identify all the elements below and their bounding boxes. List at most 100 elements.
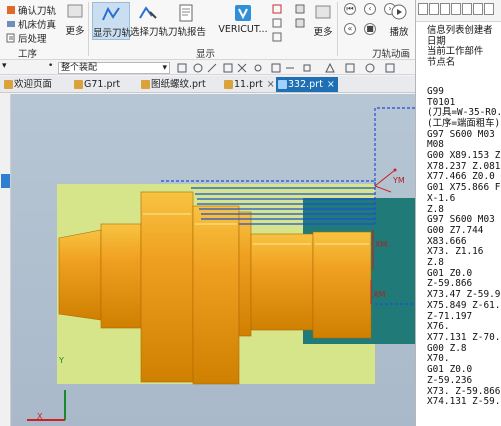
skip-start-icon[interactable]: ⏮	[344, 3, 356, 15]
tab-label: 332.prt	[288, 79, 323, 90]
graphics-viewport[interactable]: Y X XM XM YM	[11, 94, 415, 426]
font-icon[interactable]	[462, 3, 472, 15]
part-file-icon	[74, 80, 83, 89]
xm-label: XM	[375, 240, 388, 249]
left-resource-bar	[0, 94, 11, 426]
display-small-2[interactable]	[272, 18, 282, 28]
machine-sim-label: 机床仿真	[18, 20, 57, 31]
assembly-scope-select[interactable]: 整个装配 ▾	[58, 62, 170, 74]
show-toolpath-button[interactable]: 显示刀轨	[92, 2, 132, 40]
tab-welcome[interactable]: 欢迎页面	[2, 77, 70, 92]
tab-g71[interactable]: G71.prt	[72, 77, 138, 92]
report-icon	[179, 4, 193, 22]
tab-11[interactable]: 11.prt ×	[222, 77, 275, 92]
resource-tab-icon[interactable]	[1, 174, 10, 188]
display-small-3[interactable]	[272, 32, 282, 42]
toolbar-bullet: •	[48, 61, 54, 71]
nc-line: X75.849 Z-61.75	[427, 299, 501, 311]
vericut-label: VERICUT...	[218, 24, 268, 35]
copy-icon[interactable]	[440, 3, 450, 15]
find-icon[interactable]	[473, 3, 483, 15]
group-display-label: 显示	[196, 49, 216, 60]
home-icon	[4, 80, 13, 89]
play-label: 播放	[389, 27, 409, 38]
show-toolpath-label: 显示刀轨	[93, 28, 132, 39]
snap-icons[interactable]	[176, 63, 406, 73]
select-toolpath-label: 选择刀轨	[130, 27, 169, 38]
select-toolpath-button[interactable]: 选择刀轨	[130, 4, 169, 38]
play-button[interactable]: 播放	[386, 4, 412, 38]
axis-y-label: Y	[59, 356, 64, 365]
nc-line: G99	[427, 85, 444, 97]
tab-label: G71.prt	[84, 79, 121, 90]
save-icon[interactable]	[418, 3, 428, 15]
display-icon	[295, 18, 305, 28]
nc-code-listing: G99 T0101 (刀具=W-35-R0.8 (工序=端面粗车) G97 S6…	[416, 69, 501, 408]
verify-icon	[7, 6, 15, 14]
info-header-line: 节点名	[427, 57, 456, 69]
display-small-5[interactable]	[295, 18, 305, 28]
postprocess-button[interactable]: 后处理	[6, 31, 47, 45]
nc-line: X-1.6	[427, 192, 456, 204]
display-icon	[272, 18, 282, 28]
postprocess-label: 后处理	[18, 34, 47, 45]
axis-x-label: X	[37, 412, 43, 421]
selection-toolbar: ▾ • 整个装配 ▾	[0, 61, 415, 75]
assembly-scope-value: 整个装配	[61, 63, 98, 73]
tab-label: 欢迎页面	[14, 79, 53, 90]
filter-dropdown-arrow[interactable]: ▾	[2, 61, 7, 71]
rewind-icon[interactable]: «	[344, 23, 356, 35]
display-small-4[interactable]	[295, 4, 305, 14]
part-left-neck	[58, 229, 102, 321]
vericut-icon	[235, 5, 251, 21]
vericut-button[interactable]: VERICUT...	[218, 4, 268, 35]
more-right-button[interactable]: 更多	[312, 4, 334, 38]
xm-label: XM	[373, 290, 386, 299]
close-icon[interactable]: ×	[327, 79, 335, 90]
chevron-down-icon: ▾	[162, 63, 167, 73]
machine-icon	[7, 21, 15, 27]
close-icon[interactable]: ×	[267, 79, 275, 90]
more-icon	[67, 4, 83, 18]
cad-model	[27, 107, 415, 421]
part-step	[238, 211, 252, 337]
part-file-icon	[278, 80, 287, 89]
stop-icon[interactable]: ■	[364, 23, 376, 35]
toolpath-icon	[102, 6, 120, 21]
paste-icon[interactable]	[451, 3, 461, 15]
part-file-icon	[224, 80, 233, 89]
ribbon-divider	[337, 2, 338, 56]
toolpath-retract	[374, 107, 415, 186]
part-end	[312, 231, 372, 339]
tab-332[interactable]: 332.prt ×	[276, 77, 338, 92]
toolpath-report-button[interactable]: 刀轨报告	[168, 4, 207, 38]
info-toolbar	[416, 0, 501, 22]
more-left-button[interactable]: 更多	[64, 3, 86, 37]
tab-drawing-thread[interactable]: 图纸螺纹.prt	[139, 77, 221, 92]
select-toolpath-icon	[139, 6, 157, 19]
postprocess-icon	[6, 33, 15, 43]
more-right-label: 更多	[313, 27, 333, 38]
step-back-icon[interactable]: ‹	[364, 3, 376, 15]
play-icon	[391, 4, 407, 20]
nc-line: X74.131 Z-59.3	[427, 396, 501, 408]
group-operations-label: 工序	[18, 49, 38, 60]
part-shaft	[250, 233, 314, 331]
ribbon-toolbar: 确认刀轨 机床仿真 后处理 更多 工序 显示刀轨 选择刀轨 刀轨报告 VERIC…	[0, 0, 415, 60]
document-tabs: 欢迎页面 G71.prt 图纸螺纹.prt 11.prt × 332.prt ×	[0, 76, 415, 93]
ym-label: YM	[393, 176, 405, 185]
toolpath-report-label: 刀轨报告	[168, 27, 207, 38]
wrap-icon[interactable]	[484, 3, 494, 15]
more-icon	[315, 5, 331, 19]
display-small-1[interactable]	[272, 4, 282, 14]
tool-marker	[374, 169, 396, 193]
display-icon	[272, 32, 282, 42]
group-animation-label: 刀轨动画	[372, 49, 411, 60]
confirm-toolpath-button[interactable]: 确认刀轨	[6, 3, 56, 17]
print-icon[interactable]	[429, 3, 439, 15]
more-left-label: 更多	[65, 26, 85, 37]
tab-label: 11.prt	[234, 79, 263, 90]
confirm-toolpath-label: 确认刀轨	[18, 6, 57, 17]
machine-sim-button[interactable]: 机床仿真	[6, 17, 56, 31]
ribbon-divider	[88, 2, 89, 56]
